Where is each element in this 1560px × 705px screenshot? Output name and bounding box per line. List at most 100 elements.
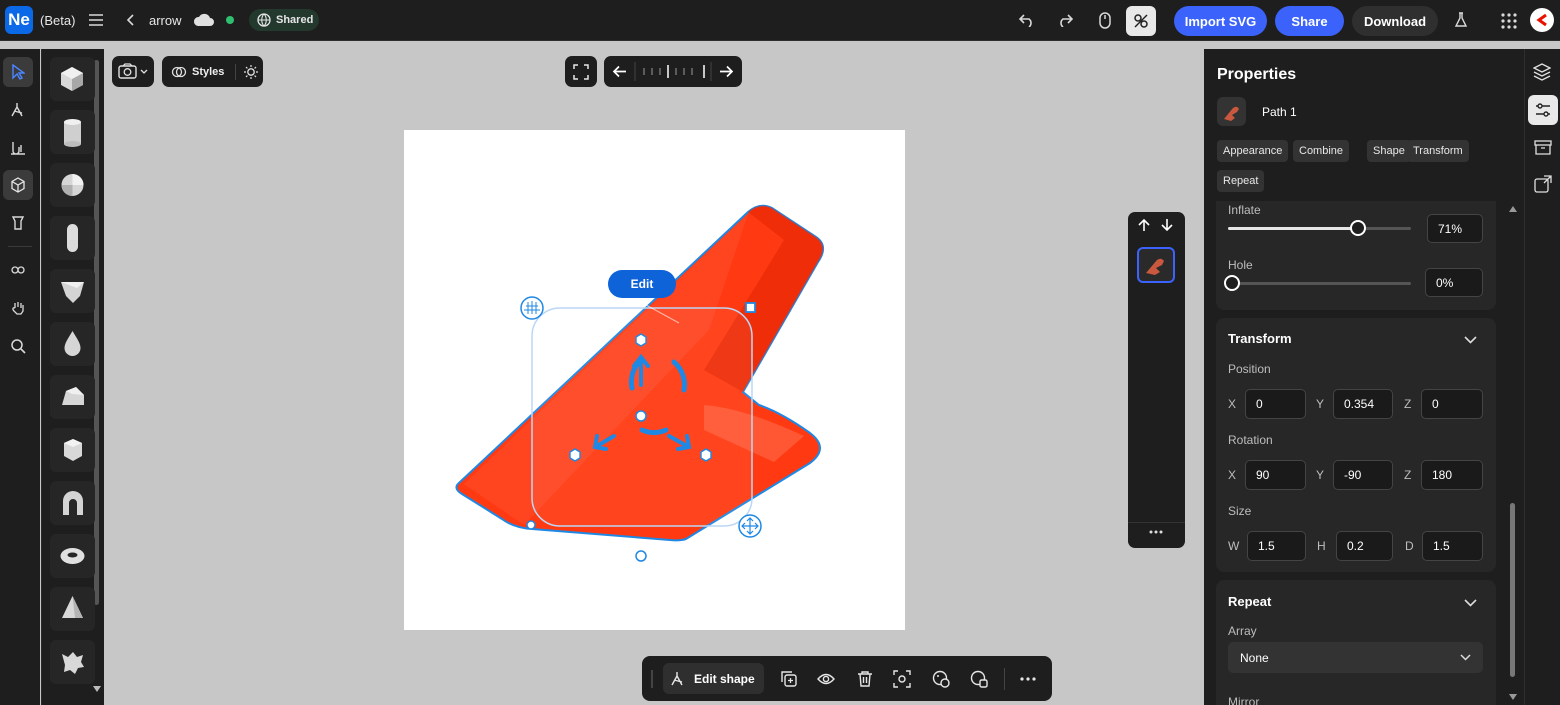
- ai-tool-icon[interactable]: [1126, 6, 1156, 36]
- timeline-scrubber[interactable]: [604, 56, 742, 87]
- visibility-eye-icon[interactable]: [817, 670, 835, 688]
- drop-shape-button[interactable]: [50, 322, 95, 366]
- size-w-field[interactable]: 1.5: [1247, 531, 1306, 561]
- layer-thumbnail-path-1[interactable]: [1137, 247, 1175, 283]
- position-z-field[interactable]: 0: [1421, 389, 1483, 419]
- shared-badge[interactable]: Shared: [249, 9, 319, 31]
- tab-transform[interactable]: Transform: [1407, 140, 1469, 162]
- inflate-value-field[interactable]: 71%: [1427, 214, 1483, 243]
- export-media-icon[interactable]: [1534, 175, 1552, 193]
- text-tool-icon[interactable]: [3, 133, 33, 163]
- gizmo-x-handle[interactable]: [569, 448, 581, 462]
- flask-beta-icon[interactable]: [1451, 10, 1471, 30]
- rotate-handle[interactable]: [635, 550, 647, 562]
- arch-shape-button[interactable]: [50, 481, 95, 525]
- share-button[interactable]: Share: [1275, 6, 1344, 36]
- material-swap-icon[interactable]: [932, 670, 950, 688]
- hand-tool-icon[interactable]: [3, 293, 33, 323]
- repeat-collapse-chevron-icon[interactable]: [1464, 599, 1477, 607]
- star-shape-button[interactable]: [50, 640, 95, 684]
- hamburger-menu-icon[interactable]: [86, 10, 106, 30]
- cone-cut-shape-button[interactable]: [50, 269, 95, 313]
- position-x-field[interactable]: 0: [1245, 389, 1306, 419]
- gizmo-center-handle[interactable]: [635, 410, 647, 422]
- undo-icon[interactable]: [1016, 10, 1038, 30]
- transform-collapse-chevron-icon[interactable]: [1464, 336, 1477, 344]
- tab-appearance[interactable]: Appearance: [1217, 140, 1289, 162]
- capsule-shape-button[interactable]: [50, 216, 95, 260]
- gizmo-y-handle[interactable]: [635, 333, 647, 347]
- material-apply-icon[interactable]: [970, 670, 988, 688]
- tab-shape[interactable]: Shape: [1367, 140, 1411, 162]
- cylinder-shape-button[interactable]: [50, 110, 95, 154]
- panel-scroll-down-icon[interactable]: [1509, 694, 1517, 702]
- panel-scroll-up-icon[interactable]: [1509, 206, 1517, 214]
- apps-grid-icon[interactable]: [1499, 11, 1519, 31]
- app-logo[interactable]: Ne: [5, 6, 33, 34]
- hole-slider[interactable]: [1224, 275, 1411, 291]
- repeat-section-title[interactable]: Repeat: [1228, 594, 1271, 609]
- position-y-field[interactable]: 0.354: [1333, 389, 1393, 419]
- rotation-z-field[interactable]: 180: [1421, 460, 1483, 490]
- pen-tool-icon[interactable]: [3, 95, 33, 125]
- move-cross-icon[interactable]: [738, 514, 762, 538]
- scroll-down-icon[interactable]: [93, 686, 101, 694]
- scrub-left-arrow-icon[interactable]: [612, 65, 626, 78]
- tab-repeat[interactable]: Repeat: [1217, 170, 1265, 192]
- user-avatar[interactable]: [1530, 8, 1554, 32]
- tab-combine[interactable]: Combine: [1293, 140, 1350, 162]
- pyramid-shape-button[interactable]: [50, 587, 95, 631]
- move-layer-up-icon[interactable]: [1137, 218, 1151, 232]
- more-actions-icon[interactable]: [1020, 677, 1036, 681]
- document-title[interactable]: arrow: [149, 13, 182, 28]
- layers-stack-icon[interactable]: [1533, 63, 1551, 81]
- drag-grip[interactable]: [651, 670, 653, 688]
- rotation-y-field[interactable]: -90: [1333, 460, 1393, 490]
- object-name[interactable]: Path 1: [1262, 105, 1297, 119]
- materials-tool-icon[interactable]: [3, 208, 33, 238]
- delete-trash-icon[interactable]: [856, 670, 874, 688]
- cube-shape-button[interactable]: [50, 57, 95, 101]
- gizmo-z-handle[interactable]: [700, 448, 712, 462]
- properties-sliders-icon[interactable]: [1528, 95, 1558, 125]
- zoom-tool-icon[interactable]: [3, 331, 33, 361]
- lighting-sun-icon[interactable]: [243, 64, 259, 80]
- edit-shape-pill[interactable]: Edit: [608, 270, 676, 298]
- hole-slider-knob[interactable]: [1224, 275, 1240, 291]
- grid-toggle-icon[interactable]: [520, 296, 544, 320]
- fit-view-icon[interactable]: [565, 56, 597, 87]
- back-chevron-icon[interactable]: [122, 10, 138, 30]
- torus-shape-button[interactable]: [50, 534, 95, 578]
- array-dropdown[interactable]: None: [1228, 642, 1483, 673]
- move-layer-down-icon[interactable]: [1160, 218, 1174, 232]
- panel-scrollbar-thumb[interactable]: [1510, 503, 1515, 677]
- inflate-slider-knob[interactable]: [1349, 220, 1366, 236]
- transform-section-title[interactable]: Transform: [1228, 331, 1292, 346]
- download-button[interactable]: Download: [1352, 6, 1438, 36]
- styles-icon[interactable]: [171, 64, 187, 80]
- corner-handle[interactable]: [526, 520, 536, 530]
- orbit-tool-icon[interactable]: [3, 255, 33, 285]
- scrub-right-arrow-icon[interactable]: [720, 65, 734, 78]
- shapes-tool-icon[interactable]: [3, 170, 33, 200]
- focus-frame-icon[interactable]: [893, 670, 911, 688]
- assets-box-icon[interactable]: [1534, 139, 1552, 155]
- more-options-icon[interactable]: [1149, 530, 1163, 534]
- size-h-field[interactable]: 0.2: [1336, 531, 1393, 561]
- sphere-shape-button[interactable]: [50, 163, 95, 207]
- wedge-shape-button[interactable]: [50, 375, 95, 419]
- styles-label[interactable]: Styles: [192, 66, 224, 78]
- resize-handle[interactable]: [745, 302, 756, 313]
- size-d-field[interactable]: 1.5: [1422, 531, 1483, 561]
- select-tool-icon[interactable]: [3, 57, 33, 87]
- duplicate-icon[interactable]: [780, 670, 798, 688]
- redo-icon[interactable]: [1054, 10, 1076, 30]
- inflate-slider[interactable]: [1228, 220, 1411, 236]
- rounded-cube-shape-button[interactable]: [50, 428, 95, 472]
- edit-shape-button[interactable]: Edit shape: [663, 663, 764, 694]
- import-svg-button[interactable]: Import SVG: [1174, 6, 1267, 36]
- rotation-x-field[interactable]: 90: [1245, 460, 1306, 490]
- hole-value-field[interactable]: 0%: [1425, 268, 1483, 297]
- mouse-mode-icon[interactable]: [1094, 9, 1116, 33]
- camera-menu-button[interactable]: [112, 56, 154, 87]
